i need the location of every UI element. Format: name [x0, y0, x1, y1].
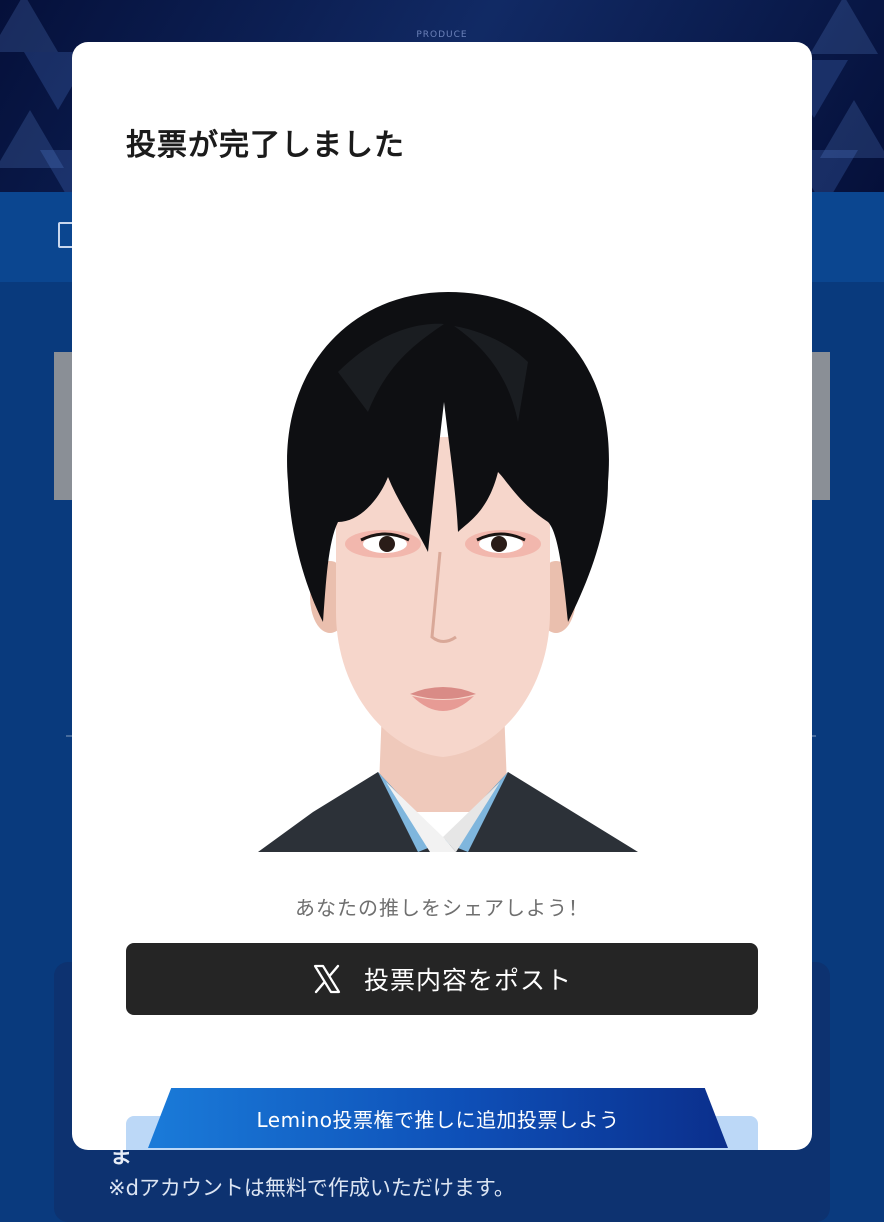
lemino-vote-button[interactable]: Lemino投票権で推しに追加投票しよう	[148, 1088, 728, 1148]
post-vote-button[interactable]: 投票内容をポスト	[126, 943, 758, 1015]
trainee-photo	[218, 252, 668, 852]
share-prompt: あなたの推しをシェアしよう！	[295, 896, 589, 920]
x-logo-icon	[313, 964, 341, 994]
lemino-button-label: Lemino投票権で推しに追加投票しよう	[256, 1107, 620, 1132]
account-note: ※dアカウントは無料で作成いただけます。	[108, 1176, 515, 1200]
vote-complete-modal: 投票が完了しました あなたの推しをシェアしよう！ 投票内容をポスト Lemino…	[72, 42, 812, 1150]
trainee-portrait-illustration	[258, 292, 638, 852]
post-button-label: 投票内容をポスト	[363, 966, 572, 995]
modal-title: 投票が完了しました	[126, 128, 405, 163]
decorative-triangle	[0, 0, 58, 52]
decorative-triangle	[810, 0, 878, 54]
